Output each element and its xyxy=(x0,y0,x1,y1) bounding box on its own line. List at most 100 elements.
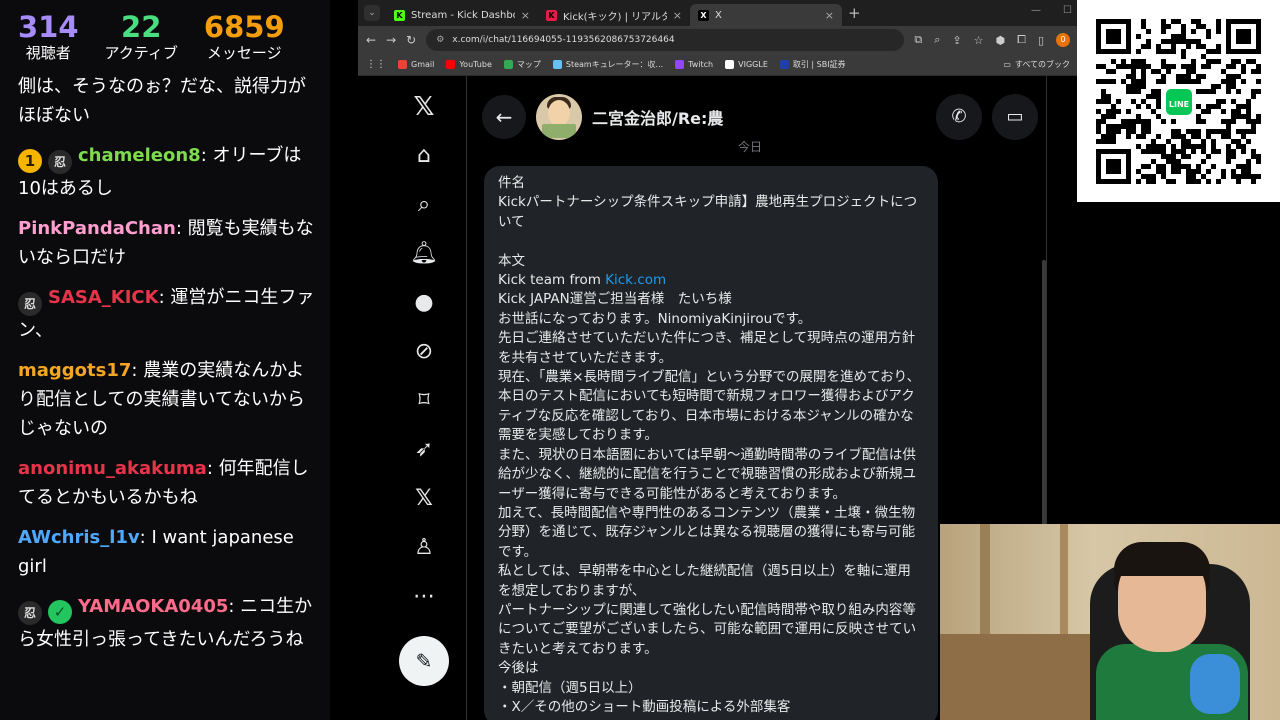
qr-module xyxy=(1246,159,1251,164)
qr-module xyxy=(1196,114,1201,119)
qr-module xyxy=(1241,79,1246,84)
chat-username[interactable]: AWchris_l1v xyxy=(18,527,140,548)
verified-badge-icon: ✓ xyxy=(48,600,72,624)
browser-tab[interactable]: K Kick(キック) | リアルタイムランキング × xyxy=(538,4,690,26)
chat-username[interactable]: PinkPandaChan xyxy=(18,218,176,239)
kick-link[interactable]: Kick.com xyxy=(605,272,666,288)
bookmark-item[interactable]: YouTube xyxy=(446,60,492,69)
extension-icon[interactable]: ⬢ xyxy=(996,34,1006,47)
rocket-icon[interactable]: ➶ xyxy=(409,435,439,465)
messages-icon[interactable]: ● xyxy=(409,288,439,318)
qr-module xyxy=(1146,44,1151,49)
qr-module xyxy=(1141,164,1146,169)
back-arrow-button[interactable]: ← xyxy=(482,95,526,139)
chat-message: 1 忍 chameleon8: オリーブは10はあるし xyxy=(18,145,302,199)
qr-module xyxy=(1201,149,1206,154)
contact-avatar[interactable] xyxy=(536,94,582,140)
bookmark-star-icon[interactable]: ☆ xyxy=(974,34,984,47)
back-icon[interactable]: ← xyxy=(366,33,376,47)
browser-tab[interactable]: X X × xyxy=(690,4,842,26)
tab-search-icon[interactable]: ⌄ xyxy=(364,5,380,21)
bookmark-favicon-icon xyxy=(779,60,789,69)
chat-username[interactable]: maggots17 xyxy=(18,360,131,381)
zoom-icon[interactable]: ⌕ xyxy=(934,33,940,47)
compose-post-button[interactable]: ✎ xyxy=(399,636,449,686)
qr-module xyxy=(1136,49,1141,54)
site-info-icon[interactable]: ⚙ xyxy=(436,35,444,45)
search-icon[interactable]: ⌕ xyxy=(409,190,439,220)
qr-module xyxy=(1221,119,1226,124)
qr-module xyxy=(1221,99,1226,104)
url-field[interactable]: ⚙ x.com/i/chat/116694055-119356208675372… xyxy=(426,29,905,51)
bookmarks-bar: ⋮⋮ Gmail YouTube マップ Steamキュレーター：収... Twitch… xyxy=(358,54,1078,76)
qr-module xyxy=(1101,89,1106,94)
bookmark-item[interactable]: VIGGLE xyxy=(725,60,768,69)
qr-module xyxy=(1111,114,1116,119)
cast-icon[interactable]: ⧉ xyxy=(914,33,922,47)
qr-module xyxy=(1221,134,1226,139)
dm-header: ← 二宮金治郎/Re:農 ✆ ▭ xyxy=(478,92,1038,142)
bookmark-item[interactable]: Twitch xyxy=(675,60,713,69)
notifications-bell-icon[interactable]: 🔔︎ xyxy=(409,239,439,269)
profile-icon[interactable]: ♙ xyxy=(409,533,439,563)
qr-module xyxy=(1236,164,1241,169)
bookmark-item[interactable]: Gmail xyxy=(398,60,434,69)
qr-module xyxy=(1161,39,1166,44)
qr-module xyxy=(1176,79,1181,84)
qr-module xyxy=(1126,89,1131,94)
qr-module xyxy=(1186,64,1191,69)
bookmark-item[interactable]: Steamキュレーター：収... xyxy=(552,59,663,70)
bookmarks-icon[interactable]: ⌑ xyxy=(409,386,439,416)
tab-close-icon[interactable]: × xyxy=(521,9,530,22)
qr-module xyxy=(1226,64,1231,69)
qr-module xyxy=(1166,179,1171,184)
grok-icon[interactable]: ⊘ xyxy=(409,337,439,367)
maximize-icon[interactable]: ☐ xyxy=(1063,5,1072,16)
qr-module xyxy=(1151,94,1156,99)
chat-username[interactable]: YAMAOKA0405 xyxy=(78,596,228,617)
all-bookmarks-folder[interactable]: ▭ すべてのブック xyxy=(1003,59,1070,70)
video-call-button[interactable]: ▭ xyxy=(992,94,1038,140)
chat-message-list: 側は、そうなのぉ？だな、説得力がほぼない 1 忍 chameleon8: オリーブは1… xyxy=(0,72,330,720)
reload-icon[interactable]: ↻ xyxy=(406,33,416,47)
message-line: ・朝配信（週5日以上） xyxy=(498,679,642,696)
home-icon[interactable]: ⌂ xyxy=(409,141,439,171)
extensions-icon[interactable]: ⧠ xyxy=(1017,33,1026,47)
share-icon[interactable]: ⇪ xyxy=(952,34,961,47)
apps-icon[interactable]: ⋮⋮ xyxy=(366,59,386,70)
tab-close-icon[interactable]: × xyxy=(673,9,682,22)
qr-module xyxy=(1191,144,1196,149)
new-tab-icon[interactable]: + xyxy=(848,4,861,22)
qr-module xyxy=(1226,84,1231,89)
bookmark-item[interactable]: 取引 | SBI証券 xyxy=(779,59,846,70)
premium-x-icon[interactable]: 𝕏 xyxy=(409,484,439,514)
bookmark-favicon-icon xyxy=(503,60,513,69)
qr-module xyxy=(1171,179,1176,184)
chat-username[interactable]: chameleon8 xyxy=(78,145,201,166)
qr-module xyxy=(1151,144,1156,149)
forward-icon[interactable]: → xyxy=(386,33,396,47)
chat-username[interactable]: anonimu_akakuma xyxy=(18,458,207,479)
more-icon[interactable]: ⋯ xyxy=(409,582,439,612)
bookmark-item[interactable]: マップ xyxy=(503,59,541,70)
qr-module xyxy=(1171,34,1176,39)
message-line: 私としては、早朝帯を中心とした継続配信（週5日以上）を軸に運用を想定しております… xyxy=(498,563,911,599)
sidepanel-icon[interactable]: ▯ xyxy=(1038,34,1044,47)
qr-module xyxy=(1236,109,1241,114)
qr-module xyxy=(1251,149,1256,154)
qr-module xyxy=(1216,99,1221,104)
chat-username[interactable]: SASA_KICK xyxy=(48,287,159,308)
qr-module xyxy=(1241,164,1246,169)
qr-module xyxy=(1136,84,1141,89)
qr-module xyxy=(1156,169,1161,174)
x-logo-icon[interactable]: 𝕏 xyxy=(409,92,439,122)
qr-module xyxy=(1206,89,1211,94)
profile-avatar[interactable]: 0 xyxy=(1056,33,1070,47)
tab-close-icon[interactable]: × xyxy=(825,9,834,22)
qr-module xyxy=(1111,109,1116,114)
qr-module xyxy=(1206,59,1211,64)
contact-name[interactable]: 二宮金治郎/Re:農 xyxy=(592,105,926,129)
minimize-icon[interactable]: — xyxy=(1031,5,1041,16)
voice-call-button[interactable]: ✆ xyxy=(936,94,982,140)
browser-tab[interactable]: K Stream - Kick Dashboard × xyxy=(386,4,538,26)
